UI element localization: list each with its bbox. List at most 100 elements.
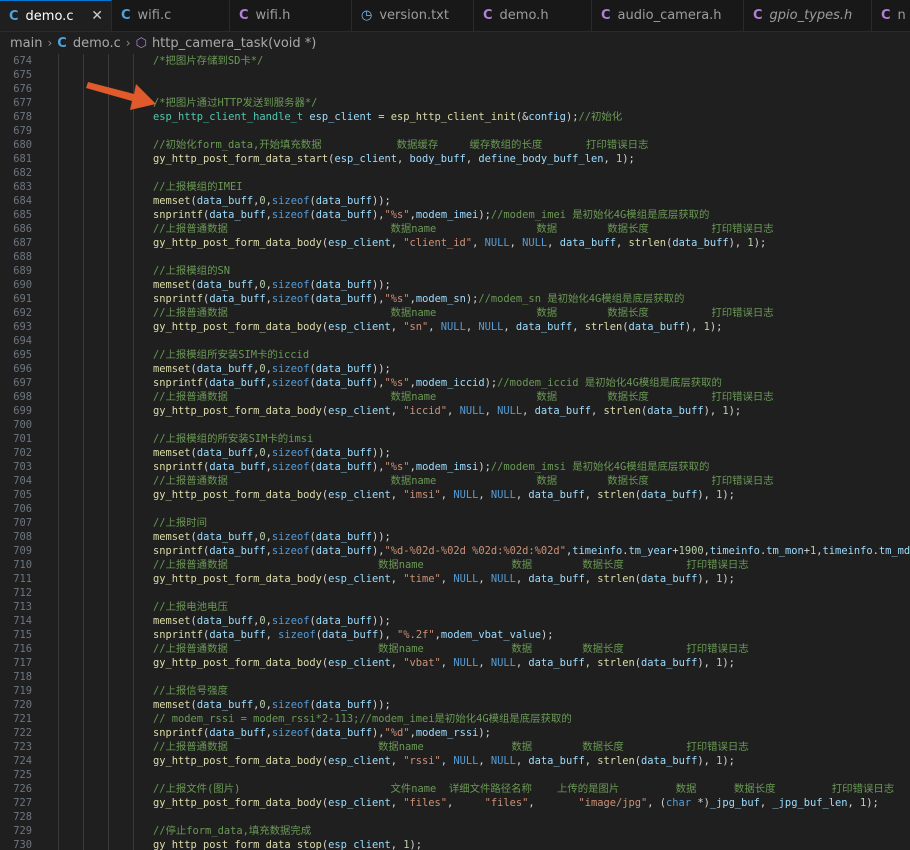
code-line[interactable]: 729 //停止form_data,填充数据完成 <box>0 824 910 838</box>
breadcrumb-folder[interactable]: main <box>10 36 42 51</box>
code-token: , <box>390 237 404 249</box>
code-line[interactable]: 690 memset(data_buff,0,sizeof(data_buff))… <box>0 278 910 292</box>
code-line[interactable]: 705 gy_http_post_form_data_body(esp_clien… <box>0 488 910 502</box>
code-token: strlen <box>597 573 635 585</box>
code-line[interactable]: 720 memset(data_buff,0,sizeof(data_buff))… <box>0 698 910 712</box>
code-line[interactable]: 704 //上报普通数据 数据name 数据 数据长度 打印错误日志 <box>0 474 910 488</box>
code-token: esp_client <box>328 573 391 585</box>
tab-wifi-c[interactable]: Cwifi.c <box>112 0 230 31</box>
code-line[interactable]: 711 gy_http_post_form_data_body(esp_clien… <box>0 572 910 586</box>
code-line[interactable]: 674 /*把图片存储到SD卡*/ <box>0 54 910 68</box>
code-line[interactable]: 693 gy_http_post_form_data_body(esp_clien… <box>0 320 910 334</box>
code-editor[interactable]: 674 /*把图片存储到SD卡*/ 675 676 677 /*把图片通过HTTP发送到服… <box>0 54 910 850</box>
code-token: strlen <box>597 489 635 501</box>
code-token: _jpg_buf <box>709 797 760 809</box>
code-text: snprintf(data_buff, sizeof(data_buff), "… <box>153 628 553 642</box>
code-line[interactable]: 715 snprintf(data_buff, sizeof(data_buff)… <box>0 628 910 642</box>
code-token: , <box>390 489 404 501</box>
code-line[interactable]: 716 //上报普通数据 数据name 数据 数据长度 打印错误日志 <box>0 642 910 656</box>
tab-n[interactable]: Cn <box>872 0 910 31</box>
code-line[interactable]: 678 esp_http_client_handle_t esp_client =… <box>0 110 910 124</box>
code-token: //上报时间 <box>153 517 208 529</box>
code-line[interactable]: 722 snprintf(data_buff,sizeof(data_buff),… <box>0 726 910 740</box>
code-line[interactable]: 718 <box>0 670 910 684</box>
code-line[interactable]: 706 <box>0 502 910 516</box>
code-line[interactable]: 713 //上报电池电压 <box>0 600 910 614</box>
code-line[interactable]: 724 gy_http_post_form_data_body(esp_clien… <box>0 754 910 768</box>
tab-demo-c[interactable]: Cdemo.c ✕ <box>0 0 112 31</box>
code-line[interactable]: 695 //上报模组所安装SIM卡的iccid <box>0 348 910 362</box>
code-token: "rssi" <box>403 755 441 767</box>
code-line[interactable]: 687 gy_http_post_form_data_body(esp_clien… <box>0 236 910 250</box>
code-token: ); <box>709 321 723 333</box>
code-line[interactable]: 723 //上报普通数据 数据name 数据 数据长度 打印错误日志 <box>0 740 910 754</box>
code-line[interactable]: 686 //上报普通数据 数据name 数据 数据长度 打印错误日志 <box>0 222 910 236</box>
code-line[interactable]: 725 <box>0 768 910 782</box>
code-token: //上报普通数据 数据name 数据 数据长度 打印错误日志 <box>153 643 749 655</box>
code-line[interactable]: 699 gy_http_post_form_data_body(esp_clien… <box>0 404 910 418</box>
code-line[interactable]: 719 //上报信号强度 <box>0 684 910 698</box>
code-line[interactable]: 730 gy_http_post_form_data_stop(esp_clien… <box>0 838 910 850</box>
code-line[interactable]: 688 <box>0 250 910 264</box>
code-line[interactable]: 708 memset(data_buff,0,sizeof(data_buff))… <box>0 530 910 544</box>
line-number: 686 <box>13 223 32 235</box>
code-line[interactable]: 728 <box>0 810 910 824</box>
code-token: gy_http_post_form_data_body <box>153 489 322 501</box>
code-line[interactable]: 679 <box>0 124 910 138</box>
code-line[interactable]: 727 gy_http_post_form_data_body(esp_clien… <box>0 796 910 810</box>
code-line[interactable]: 698 //上报普通数据 数据name 数据 数据长度 打印错误日志 <box>0 390 910 404</box>
code-line[interactable]: 685 snprintf(data_buff,sizeof(data_buff),… <box>0 208 910 222</box>
code-line[interactable]: 702 memset(data_buff,0,sizeof(data_buff))… <box>0 446 910 460</box>
code-line[interactable]: 703 snprintf(data_buff,sizeof(data_buff),… <box>0 460 910 474</box>
code-line[interactable]: 694 <box>0 334 910 348</box>
tab-wifi-h[interactable]: Cwifi.h <box>230 0 352 31</box>
code-token: data_buff <box>315 209 373 221</box>
code-line[interactable]: 697 snprintf(data_buff,sizeof(data_buff),… <box>0 376 910 390</box>
code-token: data_buff <box>559 237 616 249</box>
code-text: snprintf(data_buff,sizeof(data_buff),"%s… <box>153 292 684 306</box>
code-line[interactable]: 683 //上报模组的IMEI <box>0 180 910 194</box>
code-line[interactable]: 726 //上报文件(图片) 文件name 详细文件路径名称 上传的是图片 数据 … <box>0 782 910 796</box>
breadcrumb-file[interactable]: demo.c <box>73 36 121 51</box>
code-line[interactable]: 717 gy_http_post_form_data_body(esp_clien… <box>0 656 910 670</box>
code-line[interactable]: 689 //上报模组的SN <box>0 264 910 278</box>
tab-demo-h[interactable]: Cdemo.h <box>474 0 592 31</box>
line-number: 684 <box>13 195 32 207</box>
line-number: 706 <box>13 503 32 515</box>
code-line[interactable]: 692 //上报普通数据 数据name 数据 数据长度 打印错误日志 <box>0 306 910 320</box>
code-token: memset <box>153 363 191 375</box>
code-line[interactable]: 682 <box>0 166 910 180</box>
code-token: sizeof <box>271 195 310 207</box>
code-token: , <box>509 237 523 249</box>
breadcrumb-symbol[interactable]: http_camera_task(void *) <box>152 36 316 51</box>
tab-version-txt[interactable]: ◷ version.txt <box>352 0 474 31</box>
tab-gpio-types-h[interactable]: Cgpio_types.h <box>744 0 872 31</box>
code-line[interactable]: 714 memset(data_buff,0,sizeof(data_buff))… <box>0 614 910 628</box>
code-token: data_buff <box>315 363 373 375</box>
code-token: , <box>478 489 491 501</box>
code-line[interactable]: 709 snprintf(data_buff,sizeof(data_buff),… <box>0 544 910 558</box>
code-text: snprintf(data_buff,sizeof(data_buff),"%s… <box>153 208 709 222</box>
code-line[interactable]: 681 gy_http_post_form_data_start(esp_clie… <box>0 152 910 166</box>
code-token: , <box>478 657 491 669</box>
close-icon[interactable]: ✕ <box>91 8 103 24</box>
code-text: //上报普通数据 数据name 数据 数据长度 打印错误日志 <box>153 306 774 320</box>
code-line[interactable]: 696 memset(data_buff,0,sizeof(data_buff))… <box>0 362 910 376</box>
code-token: ), <box>372 727 385 739</box>
code-line[interactable]: 684 memset(data_buff,0,sizeof(data_buff))… <box>0 194 910 208</box>
code-line[interactable]: 680 //初始化form_data,开始填充数据 数据缓存 缓存数组的长度 打印… <box>0 138 910 152</box>
tab-audio-camera-h[interactable]: Caudio_camera.h <box>592 0 744 31</box>
code-token: tm_mday <box>878 545 910 557</box>
code-line[interactable]: 707 //上报时间 <box>0 516 910 530</box>
code-line[interactable]: 701 //上报模组的所安装SIM卡的imsi <box>0 432 910 446</box>
code-line[interactable]: 712 <box>0 586 910 600</box>
code-line[interactable]: 710 //上报普通数据 数据name 数据 数据长度 打印错误日志 <box>0 558 910 572</box>
code-token: ); <box>622 153 635 165</box>
code-line[interactable]: 700 <box>0 418 910 432</box>
code-token: )); <box>372 615 391 627</box>
code-line[interactable]: 691 snprintf(data_buff,sizeof(data_buff),… <box>0 292 910 306</box>
code-token: //上报普通数据 数据name 数据 数据长度 打印错误日志 <box>153 475 774 487</box>
line-number: 687 <box>13 237 32 249</box>
code-token: , <box>390 405 404 417</box>
code-line[interactable]: 721 // modem_rssi = modem_rssi*2-113;//mo… <box>0 712 910 726</box>
